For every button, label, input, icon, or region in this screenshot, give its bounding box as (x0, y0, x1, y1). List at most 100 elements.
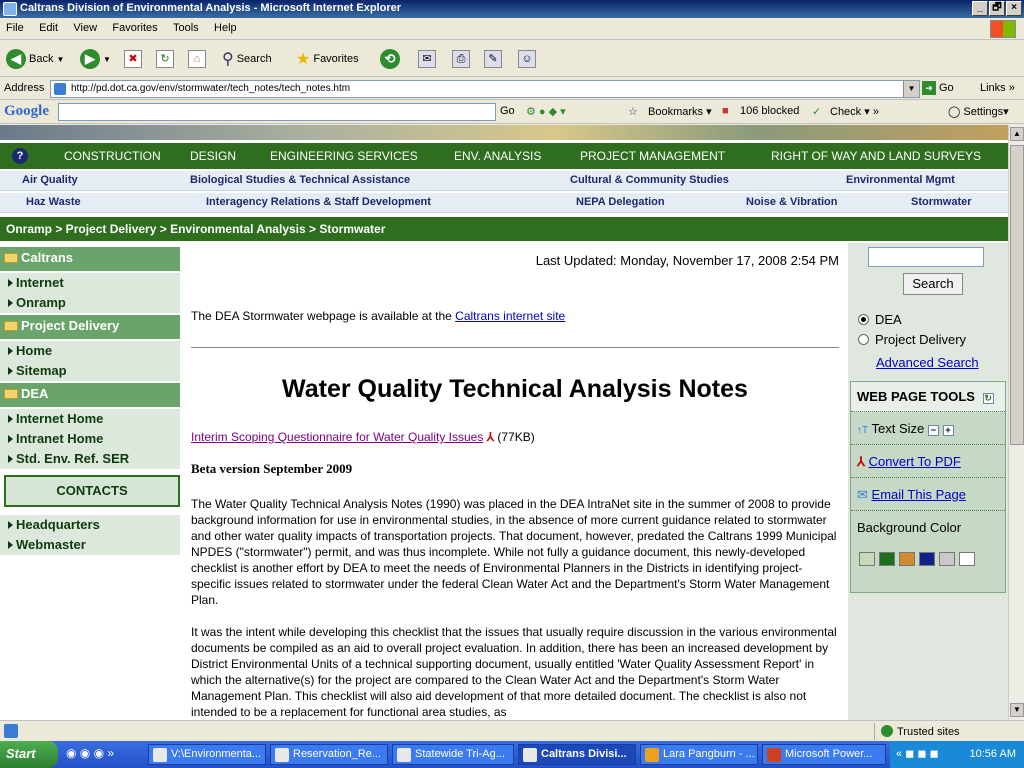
convert-pdf-row[interactable]: ⅄ Convert To PDF (851, 446, 1005, 478)
nav-design[interactable]: DESIGN (190, 149, 236, 163)
task-statewide[interactable]: Statewide Tri-Ag... (392, 744, 514, 765)
history-icon[interactable]: ⟲ (380, 49, 400, 69)
links-button[interactable]: Links » (980, 82, 1015, 94)
link-headquarters[interactable]: Headquarters (0, 515, 180, 535)
refresh-icon[interactable]: ↻ (156, 50, 174, 68)
start-button[interactable]: Start (0, 741, 58, 768)
link-internet[interactable]: Internet (0, 273, 180, 293)
subnav-noise-vibration[interactable]: Noise & Vibration (746, 196, 837, 208)
swatch-orange[interactable] (899, 552, 915, 566)
forward-button[interactable]: ▶ ▼ (80, 46, 111, 72)
home-icon[interactable]: ⌂ (188, 50, 206, 68)
print-icon[interactable]: ⎙ (452, 50, 470, 68)
edit-icon[interactable]: ✎ (484, 50, 502, 68)
swatch-gray[interactable] (939, 552, 955, 566)
google-search-input[interactable] (58, 103, 496, 121)
nav-env-analysis[interactable]: ENV. ANALYSIS (454, 149, 541, 163)
maximize-button[interactable]: 🗗 (989, 1, 1005, 16)
menu-file[interactable]: File (0, 18, 30, 34)
link-webmaster[interactable]: Webmaster (0, 535, 180, 555)
forward-dropdown-icon[interactable]: ▼ (103, 55, 111, 64)
convert-pdf-link[interactable]: Convert To PDF (869, 454, 961, 469)
scroll-up-icon[interactable]: ▲ (1010, 127, 1024, 141)
text-size-increase-button[interactable]: + (942, 425, 954, 436)
google-go-button[interactable]: Go (500, 105, 515, 117)
messenger-icon[interactable]: ☺ (518, 50, 536, 68)
link-intranet-home[interactable]: Intranet Home (0, 429, 180, 449)
google-tools-icons[interactable]: ⚙ ● ◆ ▾ (526, 105, 566, 118)
popups-blocked-count[interactable]: 106 blocked (740, 105, 799, 117)
go-button[interactable]: ➜ Go (922, 81, 954, 95)
subnav-air-quality[interactable]: Air Quality (22, 174, 78, 186)
menu-edit[interactable]: Edit (33, 18, 64, 34)
link-internet-home[interactable]: Internet Home (0, 409, 180, 429)
menu-tools[interactable]: Tools (167, 18, 205, 34)
help-icon[interactable]: ? (12, 148, 28, 164)
subnav-environmental-mgmt[interactable]: Environmental Mgmt (846, 174, 955, 186)
nav-construction[interactable]: CONSTRUCTION (64, 149, 161, 163)
scroll-down-icon[interactable]: ▼ (1010, 703, 1024, 717)
subnav-haz-waste[interactable]: Haz Waste (26, 196, 81, 208)
section-dea[interactable]: DEA (0, 383, 180, 407)
subnav-cultural-community[interactable]: Cultural & Community Studies (570, 174, 729, 186)
breadcrumb[interactable]: Onramp > Project Delivery > Environmenta… (0, 217, 1008, 241)
subnav-interagency-relations[interactable]: Interagency Relations & Staff Developmen… (206, 196, 431, 208)
questionnaire-link[interactable]: Interim Scoping Questionnaire for Water … (191, 430, 483, 444)
nav-engineering-services[interactable]: ENGINEERING SERVICES (270, 149, 418, 163)
menu-help[interactable]: Help (208, 18, 243, 34)
email-page-row[interactable]: ✉ Email This Page (851, 479, 1005, 511)
quick-launch-icons[interactable]: ◉ ◉ ◉ » (66, 746, 114, 760)
search-button[interactable]: ⚲ Search (222, 46, 272, 72)
text-size-decrease-button[interactable]: − (927, 425, 939, 436)
email-page-link[interactable]: Email This Page (872, 487, 966, 502)
minimize-button[interactable]: _ (972, 1, 988, 16)
mail-icon[interactable]: ✉ (418, 50, 436, 68)
link-std-env-ref[interactable]: Std. Env. Ref. SER (0, 449, 180, 469)
refresh-tools-icon[interactable]: ↻ (982, 393, 994, 404)
settings-button[interactable]: ◯ Settings▾ (948, 105, 1009, 118)
contacts-header[interactable]: CONTACTS (4, 475, 180, 507)
swatch-light-green[interactable] (859, 552, 875, 566)
address-bar: Address http://pd.dot.ca.gov/env/stormwa… (0, 78, 1024, 100)
task-reservation[interactable]: Reservation_Re... (270, 744, 388, 765)
link-onramp[interactable]: Onramp (0, 293, 180, 313)
subnav-nepa-delegation[interactable]: NEPA Delegation (576, 196, 665, 208)
nav-right-of-way[interactable]: RIGHT OF WAY AND LAND SURVEYS (771, 149, 981, 163)
nav-project-management[interactable]: PROJECT MANAGEMENT (580, 149, 725, 163)
menu-view[interactable]: View (67, 18, 103, 34)
vertical-scrollbar[interactable]: ▲ ▼ (1008, 125, 1024, 720)
search-submit-button[interactable]: Search (903, 273, 963, 295)
radio-project-delivery[interactable]: Project Delivery (858, 332, 966, 347)
task-powerpoint[interactable]: Microsoft Power... (762, 744, 886, 765)
subnav-biological-studies[interactable]: Biological Studies & Technical Assistanc… (190, 174, 410, 186)
task-caltrans[interactable]: Caltrans Divisi... (518, 744, 636, 765)
spellcheck-button[interactable]: Check ▾ » (830, 105, 879, 118)
site-search-input[interactable] (868, 247, 984, 267)
close-button[interactable]: × (1006, 1, 1022, 16)
favorites-button[interactable]: ★ Favorites (296, 46, 359, 72)
advanced-search-link[interactable]: Advanced Search (876, 355, 979, 370)
task-lara[interactable]: Lara Pangburn - ... (640, 744, 758, 765)
scroll-thumb[interactable] (1010, 145, 1024, 445)
caltrans-internet-link[interactable]: Caltrans internet site (455, 309, 565, 323)
subnav-stormwater[interactable]: Stormwater (911, 196, 972, 208)
section-caltrans[interactable]: Caltrans (0, 247, 180, 271)
swatch-green[interactable] (879, 552, 895, 566)
stop-icon[interactable]: ✖ (124, 50, 142, 68)
radio-dea[interactable]: DEA (858, 312, 902, 327)
back-button[interactable]: ◀ Back ▼ (6, 46, 64, 72)
address-input[interactable]: http://pd.dot.ca.gov/env/stormwater/tech… (50, 80, 920, 98)
menu-favorites[interactable]: Favorites (106, 18, 163, 34)
link-home[interactable]: Home (0, 341, 180, 361)
swatch-navy[interactable] (919, 552, 935, 566)
section-project-delivery[interactable]: Project Delivery (0, 315, 180, 339)
swatch-white[interactable] (959, 552, 975, 566)
back-dropdown-icon[interactable]: ▼ (56, 55, 64, 64)
link-std-env-ref-label: Std. Env. Ref. SER (16, 451, 130, 466)
bookmarks-button[interactable]: Bookmarks ▾ (648, 105, 712, 118)
tray-icons[interactable]: « ◼ ◼ ◼ (896, 747, 939, 760)
address-dropdown-icon[interactable]: ▼ (903, 81, 919, 97)
task-folder[interactable]: V:\Environmenta... (148, 744, 266, 765)
link-sitemap[interactable]: Sitemap (0, 361, 180, 381)
last-updated: Last Updated: Monday, November 17, 2008 … (535, 253, 839, 268)
